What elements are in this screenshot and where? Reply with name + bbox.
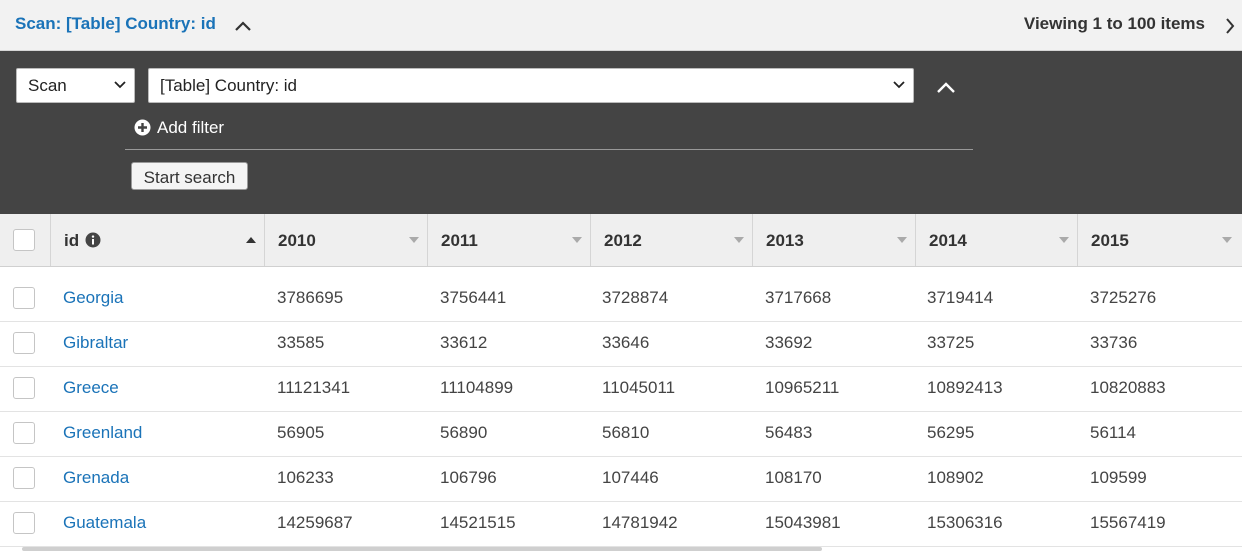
cell-value: 3786695 xyxy=(277,288,344,307)
start-search-button[interactable]: Start search xyxy=(131,162,248,190)
table-select[interactable]: [Table] Country: id xyxy=(148,68,914,103)
cell-value: 33585 xyxy=(277,333,325,352)
collapse-panel-icon[interactable] xyxy=(936,81,956,94)
sort-icon[interactable] xyxy=(1222,237,1232,243)
cell-value: 3725276 xyxy=(1090,288,1157,307)
cell-value: 10892413 xyxy=(927,378,1003,397)
cell-value: 33736 xyxy=(1090,333,1138,352)
cell-value: 10820883 xyxy=(1090,378,1166,397)
row-id-link[interactable]: Greece xyxy=(63,378,119,398)
column-label: 2011 xyxy=(441,231,478,250)
cell-value: 14521515 xyxy=(440,513,516,532)
table-select-value: [Table] Country: id xyxy=(160,76,298,95)
cell-value: 3756441 xyxy=(440,288,507,307)
cell-value: 33612 xyxy=(440,333,488,352)
table-row: Guatemala 14259687 14521515 14781942 150… xyxy=(0,501,1242,547)
column-header-2010[interactable]: 2010 xyxy=(264,214,427,266)
table-row: Greece 11121341 11104899 11045011 109652… xyxy=(0,366,1242,412)
row-id-link[interactable]: Georgia xyxy=(63,288,123,308)
table-row: Gibraltar 33585 33612 33646 33692 33725 … xyxy=(0,321,1242,367)
column-label: id xyxy=(64,231,101,251)
sort-icon[interactable] xyxy=(1059,237,1069,243)
info-icon[interactable] xyxy=(85,232,101,248)
cell-value: 56483 xyxy=(765,423,813,442)
cell-value: 15306316 xyxy=(927,513,1003,532)
cell-value: 14781942 xyxy=(602,513,678,532)
row-id-link[interactable]: Greenland xyxy=(63,423,142,443)
cell-value: 11104899 xyxy=(440,378,514,397)
chevron-down-icon xyxy=(893,81,905,89)
scan-mode-value: Scan xyxy=(28,76,67,95)
row-id-link[interactable]: Guatemala xyxy=(63,513,146,533)
column-label: 2014 xyxy=(929,231,967,250)
add-filter-button[interactable]: Add filter xyxy=(134,118,224,138)
row-id-link[interactable]: Gibraltar xyxy=(63,333,128,353)
table-row: Grenada 106233 106796 107446 108170 1089… xyxy=(0,456,1242,502)
cell-value: 56905 xyxy=(277,423,325,442)
chevron-up-icon[interactable] xyxy=(234,20,252,32)
column-label-text: id xyxy=(64,231,80,250)
column-header-2012[interactable]: 2012 xyxy=(590,214,752,266)
cell-value: 15043981 xyxy=(765,513,841,532)
sort-icon[interactable] xyxy=(409,237,419,243)
scan-title: Scan: [Table] Country: id xyxy=(15,14,216,33)
plus-circle-icon xyxy=(134,119,151,136)
row-checkbox[interactable] xyxy=(13,467,35,489)
column-header-id[interactable]: id xyxy=(50,214,264,266)
sort-icon[interactable] xyxy=(734,237,744,243)
row-checkbox[interactable] xyxy=(13,287,35,309)
cell-value: 15567419 xyxy=(1090,513,1166,532)
table-row: Greenland 56905 56890 56810 56483 56295 … xyxy=(0,411,1242,457)
cell-value: 33692 xyxy=(765,333,813,352)
column-label: 2012 xyxy=(604,231,642,250)
cell-value: 106233 xyxy=(277,468,334,487)
sort-icon[interactable] xyxy=(897,237,907,243)
row-checkbox[interactable] xyxy=(13,332,35,354)
sort-ascending-icon[interactable] xyxy=(246,237,256,243)
cell-value: 108902 xyxy=(927,468,984,487)
column-header-2014[interactable]: 2014 xyxy=(915,214,1077,266)
cell-value: 3719414 xyxy=(927,288,994,307)
chevron-down-icon xyxy=(114,81,126,89)
cell-value: 33725 xyxy=(927,333,975,352)
select-all-checkbox[interactable] xyxy=(13,229,35,251)
sort-icon[interactable] xyxy=(572,237,582,243)
horizontal-scrollbar[interactable] xyxy=(22,547,822,551)
row-checkbox[interactable] xyxy=(13,377,35,399)
row-checkbox[interactable] xyxy=(13,422,35,444)
cell-value: 109599 xyxy=(1090,468,1147,487)
cell-value: 10965211 xyxy=(765,378,840,397)
cell-value: 106796 xyxy=(440,468,497,487)
scan-mode-select[interactable]: Scan xyxy=(16,68,135,103)
results-header: Scan: [Table] Country: id Viewing 1 to 1… xyxy=(0,0,1242,51)
column-label: 2010 xyxy=(278,231,316,250)
cell-value: 14259687 xyxy=(277,513,353,532)
cell-value: 11121341 xyxy=(277,378,351,397)
divider xyxy=(125,149,973,150)
column-header-2015[interactable]: 2015 xyxy=(1077,214,1240,266)
column-header-2013[interactable]: 2013 xyxy=(752,214,915,266)
table-header: id 2010 2011 2012 2013 2014 2015 xyxy=(0,214,1242,267)
cell-value: 56890 xyxy=(440,423,488,442)
column-header-2011[interactable]: 2011 xyxy=(427,214,590,266)
column-label: 2013 xyxy=(766,231,804,250)
table-row: Georgia 3786695 3756441 3728874 3717668 … xyxy=(0,276,1242,322)
search-panel: Scan [Table] Country: id Add filter Star… xyxy=(0,51,1242,214)
row-id-link[interactable]: Grenada xyxy=(63,468,129,488)
column-label: 2015 xyxy=(1091,231,1129,250)
cell-value: 3728874 xyxy=(602,288,669,307)
cell-value: 3717668 xyxy=(765,288,832,307)
cell-value: 107446 xyxy=(602,468,659,487)
cell-value: 56810 xyxy=(602,423,650,442)
cell-value: 56295 xyxy=(927,423,975,442)
cell-value: 56114 xyxy=(1090,423,1137,442)
cell-value: 33646 xyxy=(602,333,650,352)
add-filter-label: Add filter xyxy=(157,118,225,137)
cell-value: 11045011 xyxy=(602,378,676,397)
cell-value: 108170 xyxy=(765,468,822,487)
chevron-right-icon[interactable] xyxy=(1225,17,1235,35)
viewing-count: Viewing 1 to 100 items xyxy=(1023,14,1205,33)
row-checkbox[interactable] xyxy=(13,512,35,534)
